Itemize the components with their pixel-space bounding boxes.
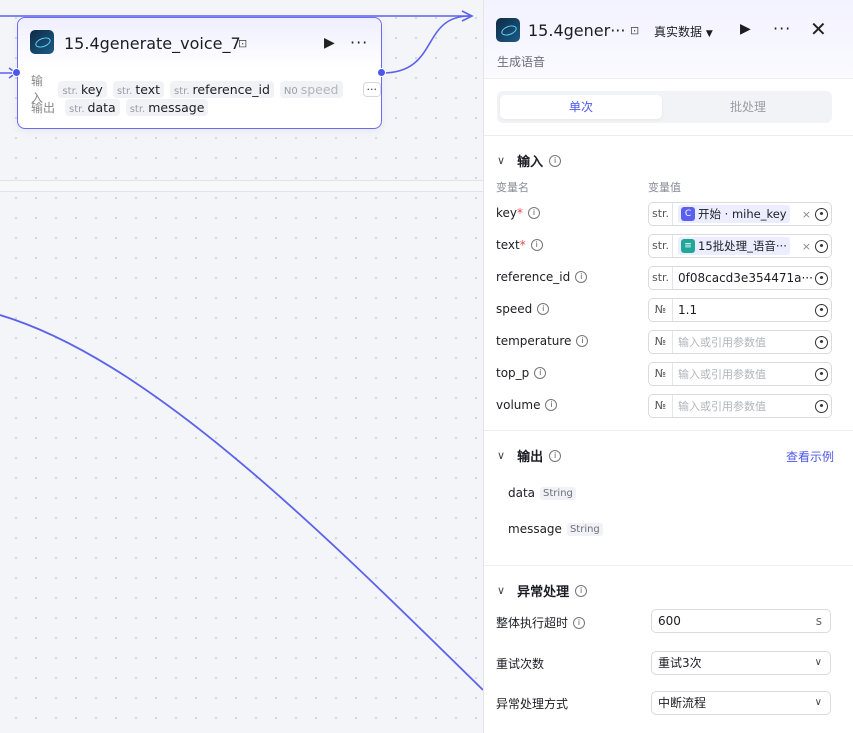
panel-title: 15.4gener··· bbox=[528, 21, 626, 40]
param-label-text: text * i bbox=[496, 238, 543, 252]
run-node-button[interactable]: ▶ bbox=[324, 35, 335, 51]
run-mode-tabs: 单次 批处理 bbox=[497, 91, 832, 123]
reference-chip[interactable]: C 开始 · mihe_key bbox=[678, 205, 790, 223]
panel-more-button[interactable]: ··· bbox=[773, 19, 791, 38]
node-output-tag: str. data bbox=[65, 99, 120, 116]
info-icon: i bbox=[573, 616, 586, 629]
param-label-reference-id: reference_id i bbox=[496, 270, 588, 284]
param-field-speed[interactable]: № 1.1 bbox=[648, 298, 832, 322]
reference-target-icon[interactable] bbox=[815, 303, 828, 317]
param-label-top-p: top_p i bbox=[496, 366, 547, 380]
info-icon: i bbox=[575, 271, 588, 283]
node-output-tag: str. message bbox=[125, 99, 209, 116]
output-section-header[interactable]: ∨ 输出 i bbox=[497, 446, 562, 465]
node-input-tag: str. reference_id bbox=[170, 80, 274, 98]
info-icon: i bbox=[530, 239, 543, 251]
node-input-tag: N0 speed bbox=[279, 80, 343, 98]
info-icon: i bbox=[537, 303, 550, 315]
reference-chip[interactable]: ≡ 15批处理_语音··· bbox=[678, 237, 790, 255]
chevron-down-icon: ∨ bbox=[497, 584, 506, 597]
voice-plugin-icon bbox=[496, 18, 520, 42]
param-label-speed: speed i bbox=[496, 302, 550, 316]
param-label-key: key * i bbox=[496, 206, 541, 220]
param-label-volume: volume i bbox=[496, 398, 558, 412]
timeout-input[interactable]: 600 s bbox=[651, 609, 831, 633]
node-more-button[interactable]: ··· bbox=[350, 33, 368, 52]
chevron-down-icon: ∨ bbox=[497, 154, 506, 167]
param-label-temperature: temperature i bbox=[496, 334, 589, 348]
panel-header: 15.4gener··· ⊡ 真实数据 ▼ ▶ ··· ✕ 生成语音 bbox=[484, 0, 853, 79]
reference-target-icon[interactable] bbox=[815, 367, 828, 381]
run-test-button[interactable]: ▶ bbox=[740, 21, 751, 37]
start-node-icon: C bbox=[681, 207, 695, 221]
node-title: 15.4generate_voice_7 bbox=[64, 34, 241, 53]
node-output-label: 输出 bbox=[31, 101, 56, 115]
lock-icon: ⊡ bbox=[238, 37, 248, 50]
tab-batch[interactable]: 批处理 bbox=[667, 95, 829, 119]
chevron-down-icon: ∨ bbox=[814, 697, 822, 708]
info-icon: i bbox=[545, 399, 558, 411]
param-field-reference-id[interactable]: str. 0f08cacd3e354471a··· bbox=[648, 266, 832, 290]
lock-icon: ⊡ bbox=[630, 24, 640, 37]
param-field-top-p[interactable]: № 输入或引用参数值 bbox=[648, 362, 832, 386]
info-icon: i bbox=[549, 449, 562, 462]
column-header-name: 变量名 bbox=[496, 181, 529, 194]
retry-select[interactable]: 重试3次 ∨ bbox=[651, 651, 831, 675]
node-output-port[interactable] bbox=[377, 68, 386, 77]
reference-target-icon[interactable] bbox=[815, 239, 828, 253]
column-header-value: 变量值 bbox=[648, 181, 681, 194]
clear-icon[interactable]: × bbox=[798, 240, 815, 253]
clear-icon[interactable]: × bbox=[798, 208, 815, 221]
param-field-temperature[interactable]: № 输入或引用参数值 bbox=[648, 330, 832, 354]
info-icon: i bbox=[576, 335, 589, 347]
close-icon[interactable]: ✕ bbox=[810, 17, 827, 41]
reference-target-icon[interactable] bbox=[815, 271, 828, 285]
error-mode-label: 异常处理方式 bbox=[496, 697, 569, 711]
panel-subtitle: 生成语音 bbox=[497, 55, 546, 69]
tab-single[interactable]: 单次 bbox=[500, 95, 662, 119]
param-field-volume[interactable]: № 输入或引用参数值 bbox=[648, 394, 832, 418]
error-mode-select[interactable]: 中断流程 ∨ bbox=[651, 691, 831, 715]
chevron-down-icon: ∨ bbox=[497, 449, 506, 462]
batch-node-icon: ≡ bbox=[681, 239, 695, 253]
reference-target-icon[interactable] bbox=[815, 399, 828, 413]
workflow-node[interactable]: 15.4generate_voice_7 ⊡ ▶ ··· 输入 str. key … bbox=[17, 17, 382, 129]
error-section-header[interactable]: ∨ 异常处理 i bbox=[497, 581, 588, 600]
view-example-link[interactable]: 查看示例 bbox=[786, 448, 834, 465]
node-output-row: 输出 str. data str. message bbox=[31, 99, 209, 116]
output-item: message String bbox=[508, 522, 603, 536]
output-item: data String bbox=[508, 486, 576, 500]
node-input-port[interactable] bbox=[12, 68, 21, 77]
reference-target-icon[interactable] bbox=[815, 335, 828, 349]
timeout-label: 整体执行超时 i bbox=[496, 614, 586, 631]
reference-target-icon[interactable] bbox=[815, 207, 828, 221]
info-icon: i bbox=[549, 154, 562, 167]
voice-plugin-icon bbox=[30, 30, 54, 54]
chevron-down-icon: ∨ bbox=[814, 657, 822, 668]
node-input-tag: str. text bbox=[112, 80, 165, 98]
param-field-key[interactable]: str. C 开始 · mihe_key × bbox=[648, 202, 832, 226]
param-field-text[interactable]: str. ≡ 15批处理_语音··· × bbox=[648, 234, 832, 258]
inputs-overflow-button[interactable]: ··· bbox=[362, 81, 381, 97]
info-icon: i bbox=[534, 367, 547, 379]
info-icon: i bbox=[528, 207, 541, 219]
node-input-tag: str. key bbox=[58, 80, 107, 98]
data-mode-dropdown[interactable]: 真实数据 ▼ bbox=[654, 23, 713, 40]
retry-label: 重试次数 bbox=[496, 657, 545, 671]
info-icon: i bbox=[575, 584, 588, 597]
node-config-panel: 15.4gener··· ⊡ 真实数据 ▼ ▶ ··· ✕ 生成语音 单次 批处… bbox=[483, 0, 853, 733]
input-section-header[interactable]: ∨ 输入 i bbox=[497, 151, 562, 170]
